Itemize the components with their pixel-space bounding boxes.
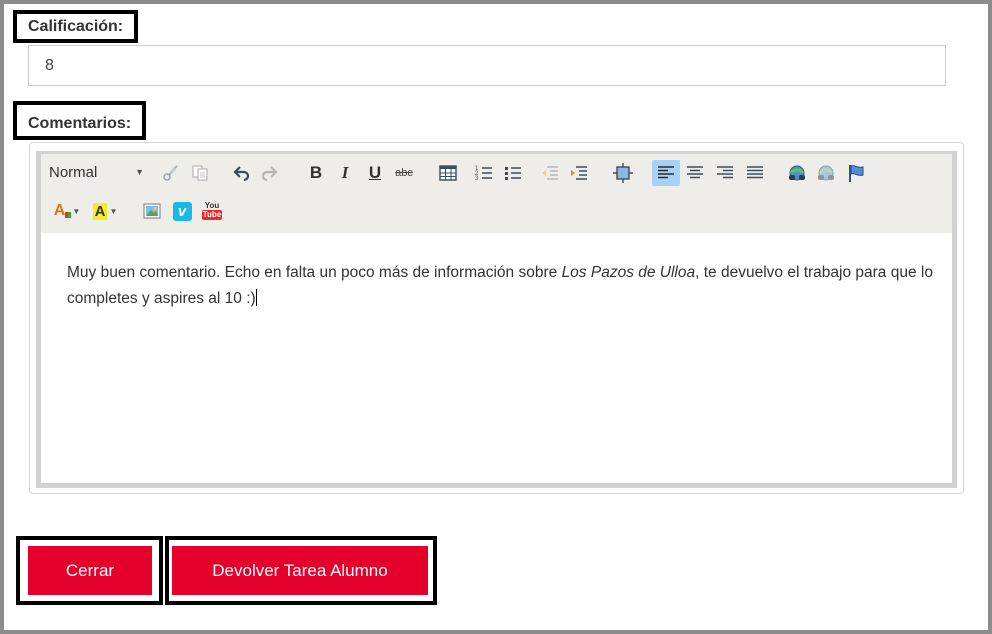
outdent-icon[interactable]: [537, 160, 563, 186]
toolbar-row-2: A ▼ A ▼ v You Tube: [41, 198, 952, 228]
close-button[interactable]: Cerrar: [28, 546, 152, 595]
cut-icon[interactable]: [158, 160, 184, 186]
italic-icon[interactable]: I: [332, 160, 358, 186]
redo-icon[interactable]: [257, 160, 283, 186]
bulleted-list-icon[interactable]: [500, 160, 526, 186]
anchor-icon[interactable]: [843, 160, 869, 186]
embed-icon[interactable]: [610, 160, 636, 186]
rich-text-editor: Normal ▼ B I U abc 123 A ▼ A ▼ v You Tub…: [36, 151, 957, 488]
editor-content[interactable]: Muy buen comentario. Echo en falta un po…: [41, 233, 952, 483]
grade-label: Calificación:: [28, 18, 124, 35]
svg-text:3: 3: [475, 176, 479, 182]
align-right-icon[interactable]: [712, 160, 738, 186]
strikethrough-icon[interactable]: abc: [391, 160, 417, 186]
table-icon[interactable]: [435, 160, 461, 186]
justify-icon[interactable]: [742, 160, 768, 186]
grade-input[interactable]: [28, 45, 946, 86]
background-color-icon[interactable]: A ▼: [89, 198, 121, 224]
link-icon[interactable]: [784, 160, 810, 186]
undo-icon[interactable]: [228, 160, 254, 186]
comment-text: Muy buen comentario. Echo en falta un po…: [67, 264, 933, 307]
format-select[interactable]: Normal ▼: [49, 164, 144, 181]
align-left-icon[interactable]: [652, 160, 680, 186]
vimeo-icon[interactable]: v: [169, 198, 195, 224]
numbered-list-icon[interactable]: 123: [471, 160, 497, 186]
text-caret: [255, 289, 257, 306]
align-center-icon[interactable]: [682, 160, 708, 186]
bold-icon[interactable]: B: [303, 160, 329, 186]
unlink-icon[interactable]: [813, 160, 839, 186]
underline-icon[interactable]: U: [362, 160, 388, 186]
return-to-student-button[interactable]: Devolver Tarea Alumno: [172, 546, 428, 595]
image-icon[interactable]: [139, 198, 165, 224]
copy-icon[interactable]: [187, 160, 213, 186]
comments-label: Comentarios:: [28, 115, 132, 132]
indent-icon[interactable]: [566, 160, 592, 186]
toolbar-row-1: Normal ▼ B I U abc 123: [41, 160, 952, 190]
text-color-icon[interactable]: A ▼: [49, 198, 85, 224]
youtube-icon[interactable]: You Tube: [199, 198, 225, 224]
